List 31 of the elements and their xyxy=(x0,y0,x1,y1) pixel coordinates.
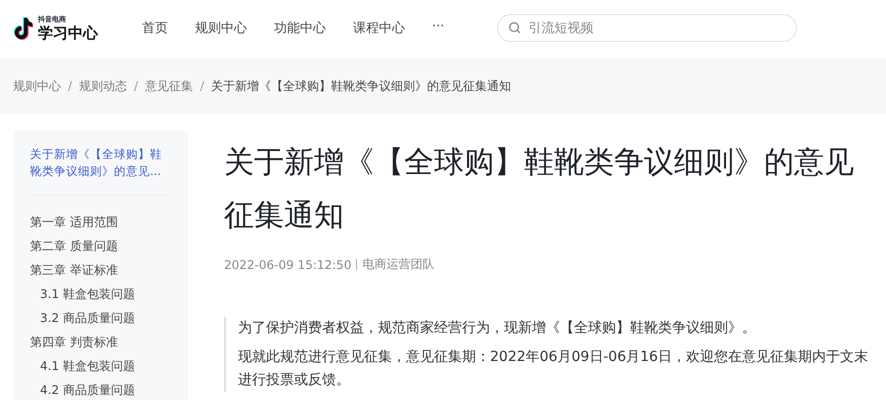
breadcrumb-separator: / xyxy=(200,79,204,93)
nav-link[interactable]: 功能中心 xyxy=(274,19,326,37)
paragraph: 为了保护消费者权益，规范商家经营行为，现新增《【全球购】鞋靴类争议细则》。 xyxy=(238,319,757,338)
breadcrumb-link[interactable]: 规则动态 xyxy=(79,78,128,94)
search-input[interactable]: 引流短视频 xyxy=(528,20,786,36)
publish-date: 2022-06-09 15:12:50 xyxy=(224,258,352,272)
breadcrumb-separator: / xyxy=(134,79,138,93)
toc-link[interactable]: 3.1 鞋盒包装问题 xyxy=(30,282,172,306)
article-title: 关于新增《【全球购】鞋靴类争议细则》的意见征集通知 xyxy=(224,144,855,235)
breadcrumb-link[interactable]: 意见征集 xyxy=(145,78,194,94)
breadcrumb-current: 关于新增《【全球购】鞋靴类争议细则》的意见征集通知 xyxy=(211,78,512,94)
note-logo-icon xyxy=(12,16,34,40)
toc-link[interactable]: 3.2 商品质量问题 xyxy=(30,306,172,330)
breadcrumb-link[interactable]: 规则中心 xyxy=(13,78,61,94)
author-name: 电商运营团队 xyxy=(362,256,434,273)
toc-link[interactable]: 第三章 举证标准 xyxy=(30,258,172,282)
toc-link[interactable]: 第四章 判责标准 xyxy=(30,330,172,354)
nav-link[interactable]: 规则中心 xyxy=(195,19,247,37)
toc-link[interactable]: 4.2 商品质量问题 xyxy=(30,378,172,400)
search-field[interactable]: 引流短视频 xyxy=(497,14,798,42)
nav-link[interactable]: 首页 xyxy=(142,19,168,37)
paragraph: 现就此规范进行意见征集，意见征集期：2022年06月09日-06月16日，欢迎您在意见征集期内于文末进行投票或反馈。 xyxy=(238,348,869,390)
toc-link[interactable]: 第二章 质量问题 xyxy=(30,234,172,258)
nav-link[interactable]: ··· xyxy=(432,19,444,37)
logo-title: 学习中心 xyxy=(38,26,98,41)
toc-link[interactable]: 第一章 适用范围 xyxy=(30,210,172,234)
toc-link[interactable]: 关于新增《【全球购】鞋靴类争议细则》的意见... xyxy=(30,146,172,180)
toc-link[interactable]: 4.1 鞋盒包装问题 xyxy=(30,354,172,378)
nav-link[interactable]: 课程中心 xyxy=(353,19,405,37)
search-icon xyxy=(508,21,522,35)
breadcrumb-separator: / xyxy=(68,79,72,93)
